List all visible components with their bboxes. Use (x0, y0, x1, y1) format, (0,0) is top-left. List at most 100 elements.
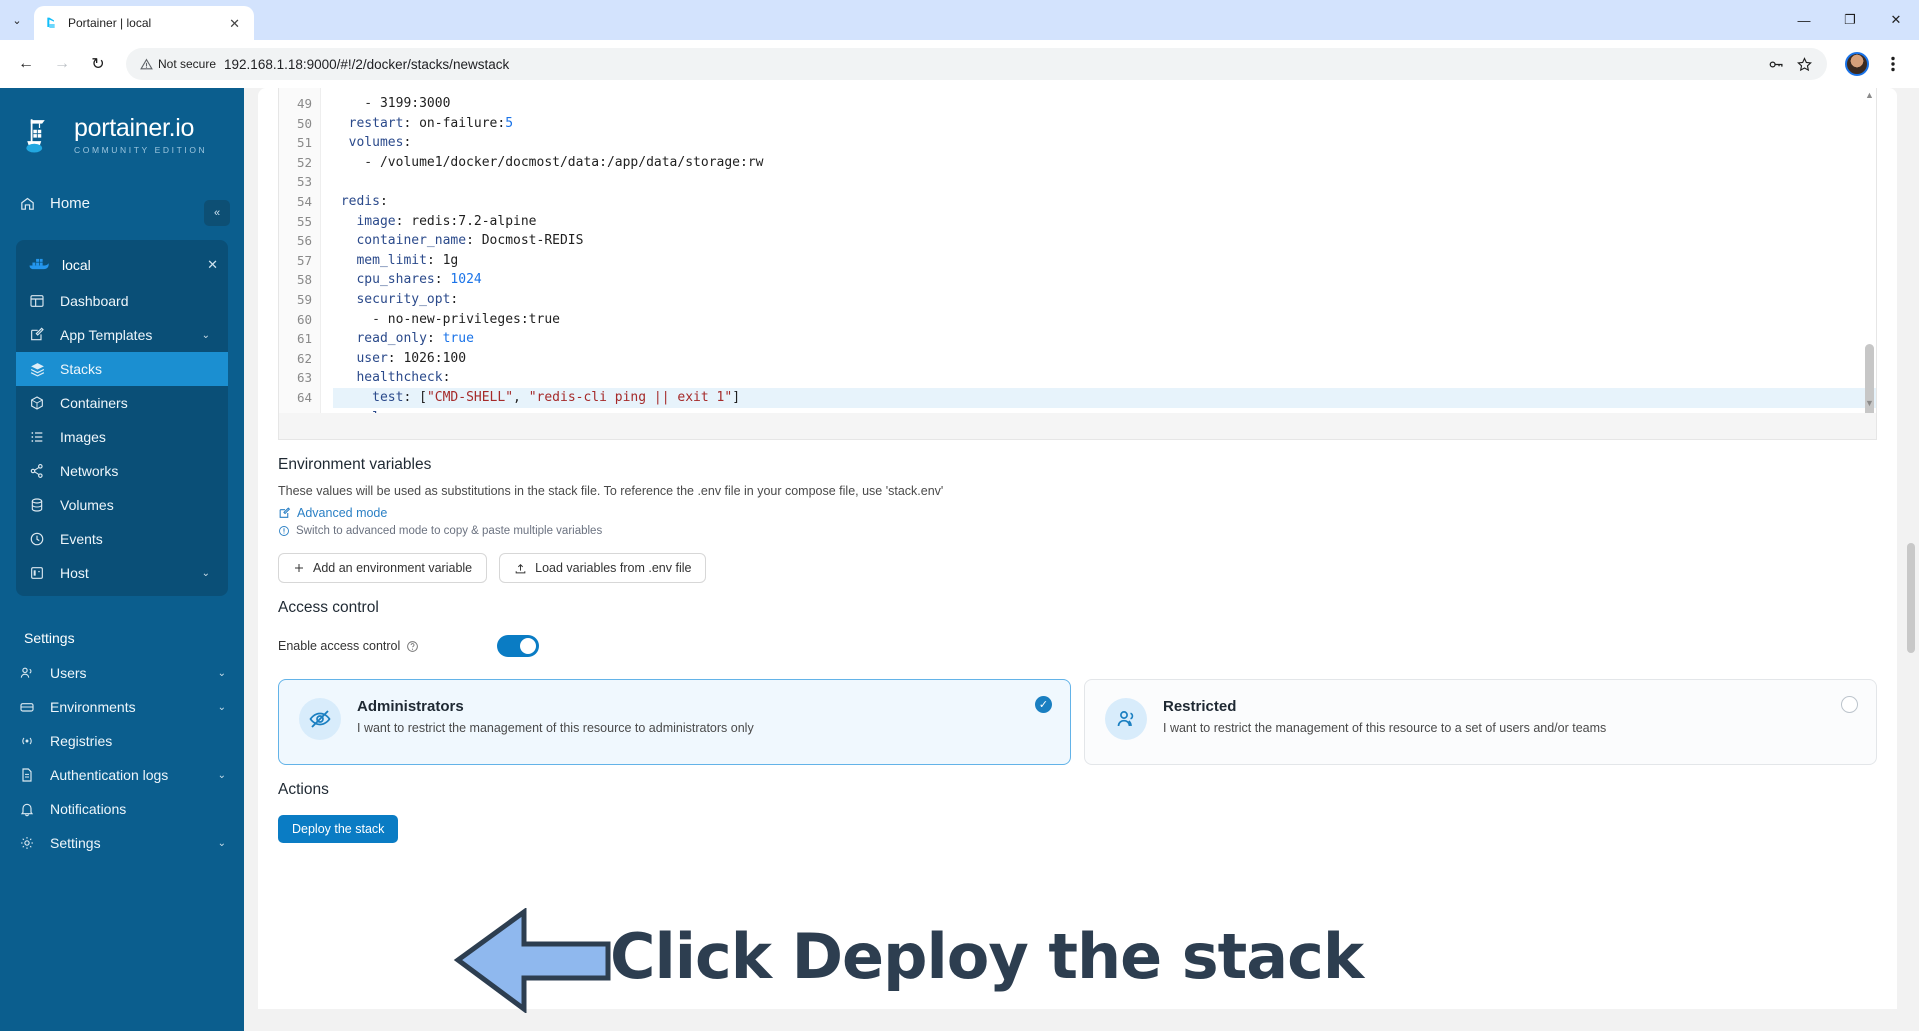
editor-line[interactable]: - no-new-privileges:true (333, 310, 1876, 330)
access-control-section: Access control Enable access control Adm… (258, 583, 1897, 765)
profile-avatar[interactable] (1845, 52, 1869, 76)
layers-icon (28, 361, 46, 378)
editor-token: true (442, 331, 474, 347)
editor-token (333, 272, 356, 287)
access-option-administrators-check-icon[interactable]: ✓ (1035, 696, 1052, 713)
window-minimize-button[interactable]: — (1781, 0, 1827, 40)
sidebar-item-environments[interactable]: Environments ⌄ (0, 690, 244, 724)
access-option-restricted[interactable]: Restricted I want to restrict the manage… (1084, 679, 1877, 765)
sidebar-item-containers[interactable]: Containers (16, 386, 228, 420)
chevron-down-icon[interactable]: ⌄ (218, 668, 226, 679)
chevron-down-icon[interactable]: ⌄ (218, 702, 226, 713)
access-control-toggle[interactable] (497, 635, 539, 657)
sidebar-collapse-button[interactable]: « (204, 200, 230, 226)
deploy-the-stack-button[interactable]: Deploy the stack (278, 815, 399, 843)
advanced-mode-link[interactable]: Advanced mode (278, 498, 1877, 520)
chevron-down-icon[interactable]: ⌄ (218, 838, 226, 849)
editor-token: - (333, 154, 380, 170)
tab-close-icon[interactable]: ✕ (225, 15, 244, 32)
forward-button-icon[interactable]: → (46, 48, 78, 80)
broadcast-icon (18, 733, 36, 749)
access-option-administrators[interactable]: Administrators I want to restrict the ma… (278, 679, 1071, 765)
sidebar-item-stacks[interactable]: Stacks (16, 352, 228, 386)
star-icon[interactable] (1796, 56, 1813, 73)
editor-line[interactable]: container_name: Docmost-REDIS (333, 231, 1876, 251)
info-circle-icon (279, 526, 289, 536)
editor-line[interactable]: mem_limit: 1g (333, 251, 1876, 271)
back-button-icon[interactable]: ← (10, 48, 42, 80)
cube-icon (28, 395, 46, 411)
reload-button-icon[interactable]: ↻ (82, 48, 114, 80)
editor-line[interactable]: image: redis:7.2-alpine (333, 212, 1876, 232)
sidebar-item-notifications[interactable]: Notifications (0, 792, 244, 826)
brand-edition: COMMUNITY EDITION (74, 144, 208, 155)
sidebar-item-users-label: Users (50, 665, 87, 681)
access-control-title: Access control (278, 599, 379, 616)
chevron-down-icon[interactable]: ⌄ (202, 568, 210, 579)
key-icon[interactable] (1767, 56, 1784, 73)
editor-line[interactable]: restart: on-failure:5 (333, 114, 1876, 134)
advanced-mode-label: Advanced mode (297, 506, 388, 520)
editor-line[interactable]: volumes: (333, 133, 1876, 153)
editor-token: read_only (356, 331, 427, 347)
users-group-icon (1105, 698, 1147, 740)
sidebar-item-settings[interactable]: Settings ⌄ (0, 826, 244, 860)
question-circle-icon[interactable] (406, 640, 419, 653)
sidebar-item-app-templates[interactable]: App Templates ⌄ (16, 318, 228, 352)
window-close-button[interactable]: ✕ (1873, 0, 1919, 40)
portainer-logo[interactable]: portainer.io COMMUNITY EDITION (0, 88, 244, 156)
load-env-file-button[interactable]: Load variables from .env file (499, 553, 707, 583)
window-maximize-button[interactable]: ❐ (1827, 0, 1873, 40)
warning-triangle-icon (140, 58, 153, 69)
editor-line[interactable]: cpu_shares: 1024 (333, 270, 1876, 290)
editor-line[interactable]: redis: (333, 192, 1876, 212)
enable-access-control-label-wrap: Enable access control (278, 639, 497, 653)
access-option-administrators-text: Administrators I want to restrict the ma… (357, 698, 754, 746)
editor-token: : Docmost-REDIS (466, 233, 584, 249)
editor-line[interactable]: healthcheck: (333, 368, 1876, 388)
editor-scrollbar[interactable] (1865, 94, 1874, 439)
editor-code[interactable]: - 3199:3000 restart: on-failure:5 volume… (321, 88, 1876, 439)
sidebar-item-registries-label: Registries (50, 733, 113, 749)
box-icon (18, 699, 36, 715)
sidebar-environment-local[interactable]: local ✕ (16, 246, 228, 284)
not-secure-badge[interactable]: Not secure (140, 57, 216, 71)
sidebar-item-volumes[interactable]: Volumes (16, 488, 228, 522)
editor-line[interactable]: test: ["CMD-SHELL", "redis-cli ping || e… (333, 387, 1876, 408)
sidebar-item-dashboard[interactable]: Dashboard (16, 284, 228, 318)
browser-tabstrip: ⌄ Portainer | local ✕ — ❐ ✕ (0, 0, 1919, 40)
sidebar-item-registries[interactable]: Registries (0, 724, 244, 758)
editor-line[interactable] (333, 172, 1876, 192)
sidebar-item-users[interactable]: Users ⌄ (0, 656, 244, 690)
env-button-row: Add an environment variable Load variabl… (278, 537, 1877, 583)
chevron-down-icon[interactable]: ⌄ (202, 330, 210, 341)
sidebar-item-networks[interactable]: Networks (16, 454, 228, 488)
access-option-administrators-title: Administrators (357, 698, 464, 715)
tab-search-chevron-icon[interactable]: ⌄ (4, 7, 30, 33)
editor-footer (279, 413, 1876, 439)
chrome-menu-icon[interactable] (1877, 48, 1909, 80)
editor-line[interactable]: - 3199:3000 (333, 94, 1876, 114)
address-bar[interactable]: Not secure 192.168.1.18:9000/#!/2/docker… (126, 48, 1827, 80)
editor-line[interactable]: user: 1026:100 (333, 349, 1876, 369)
sidebar-environment-close-icon[interactable]: ✕ (207, 257, 218, 273)
sidebar-item-authentication-logs[interactable]: Authentication logs ⌄ (0, 758, 244, 792)
clock-icon (28, 531, 46, 547)
chevron-down-icon[interactable]: ⌄ (218, 770, 226, 781)
access-option-restricted-radio[interactable] (1841, 696, 1858, 713)
editor-line[interactable]: security_opt: (333, 290, 1876, 310)
sidebar-item-images[interactable]: Images (16, 420, 228, 454)
advanced-mode-hint-label: Switch to advanced mode to copy & paste … (296, 525, 603, 537)
page-scrollbar[interactable] (1905, 183, 1915, 653)
editor-line[interactable]: - /volume1/docker/docmost/data:/app/data… (333, 153, 1876, 173)
sidebar-item-events[interactable]: Events (16, 522, 228, 556)
compose-editor[interactable]: 4950515253545556575859606162636465666768… (278, 88, 1877, 440)
sidebar-item-host[interactable]: Host ⌄ (16, 556, 228, 590)
page-scrollbar-thumb[interactable] (1907, 543, 1915, 653)
portainer-whale-logo-icon (26, 119, 45, 153)
editor-scroll-down-arrow[interactable]: ▼ (1864, 398, 1875, 409)
editor-line[interactable]: read_only: true (333, 329, 1876, 349)
sidebar-item-authentication-logs-label: Authentication logs (50, 767, 169, 783)
add-environment-variable-button[interactable]: Add an environment variable (278, 553, 488, 583)
browser-tab[interactable]: Portainer | local ✕ (34, 6, 254, 40)
